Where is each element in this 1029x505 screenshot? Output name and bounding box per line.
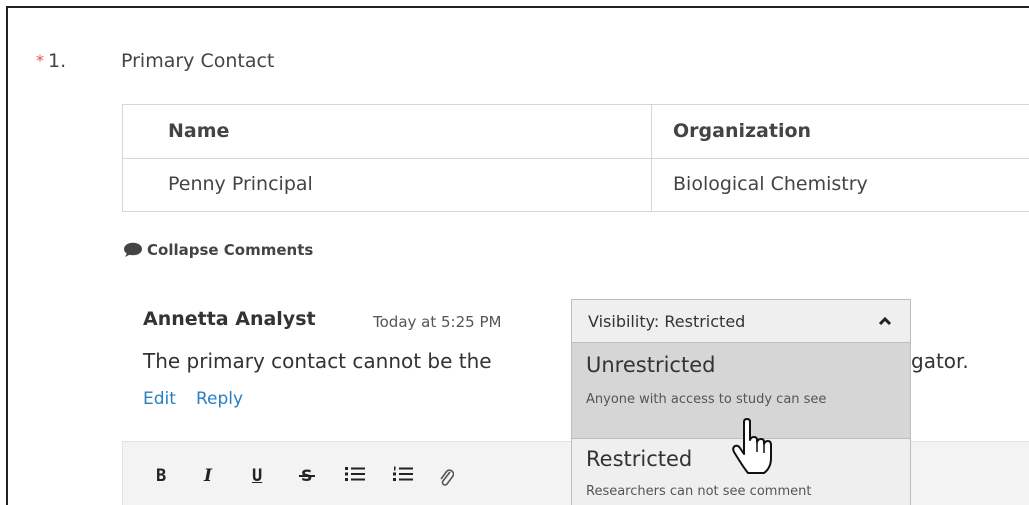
numbered-list-icon	[393, 466, 413, 481]
italic-button[interactable]: I	[204, 466, 212, 486]
table-header-row: Name Organization	[123, 105, 1029, 159]
strikethrough-icon: S	[299, 466, 315, 485]
reply-comment-link[interactable]: Reply	[196, 389, 243, 409]
visibility-dropdown[interactable]: Visibility: Restricted	[571, 299, 911, 343]
comment-author: Annetta Analyst	[143, 308, 316, 330]
collapse-comments-button[interactable]: Collapse Comments	[123, 241, 313, 259]
question-number: 1.	[48, 50, 67, 72]
comment-timestamp: Today at 5:25 PM	[373, 313, 502, 331]
option-title: Unrestricted	[586, 353, 716, 377]
underline-button[interactable]: U	[252, 466, 262, 486]
numbered-list-button[interactable]	[393, 466, 413, 487]
visibility-selected-label: Visibility: Restricted	[588, 312, 746, 331]
option-title: Restricted	[586, 447, 693, 471]
visibility-menu: Unrestricted Anyone with access to study…	[571, 342, 911, 505]
required-asterisk: *	[36, 51, 44, 70]
collapse-comments-label: Collapse Comments	[147, 241, 314, 259]
cell-organization: Biological Chemistry	[673, 173, 868, 195]
contact-table: Name Organization Penny Principal Biolog…	[122, 104, 1029, 212]
form-panel: * 1. Primary Contact Name Organization P…	[6, 6, 1029, 505]
column-header-name: Name	[168, 120, 230, 142]
bullet-list-button[interactable]	[345, 466, 365, 487]
cell-name: Penny Principal	[168, 173, 313, 195]
table-row: Penny Principal Biological Chemistry	[123, 158, 1029, 211]
option-description: Anyone with access to study can see	[586, 392, 827, 407]
option-description: Researchers can not see comment	[586, 484, 812, 499]
bullet-list-icon	[345, 467, 365, 481]
bold-button[interactable]: B	[156, 466, 166, 486]
comment-text-tail: gator.	[911, 349, 969, 373]
paperclip-icon	[440, 469, 455, 486]
comment-bubble-icon	[124, 242, 142, 257]
strikethrough-button[interactable]: S	[299, 466, 315, 489]
chevron-up-icon	[878, 316, 892, 326]
attach-button[interactable]	[438, 466, 455, 493]
edit-comment-link[interactable]: Edit	[143, 389, 176, 409]
question-title: Primary Contact	[121, 50, 275, 72]
visibility-option-unrestricted[interactable]: Unrestricted Anyone with access to study…	[572, 343, 910, 439]
column-header-organization: Organization	[673, 120, 812, 142]
column-divider	[651, 105, 652, 211]
comment-text: The primary contact cannot be the	[143, 349, 492, 373]
visibility-option-restricted[interactable]: Restricted Researchers can not see comme…	[572, 439, 910, 505]
